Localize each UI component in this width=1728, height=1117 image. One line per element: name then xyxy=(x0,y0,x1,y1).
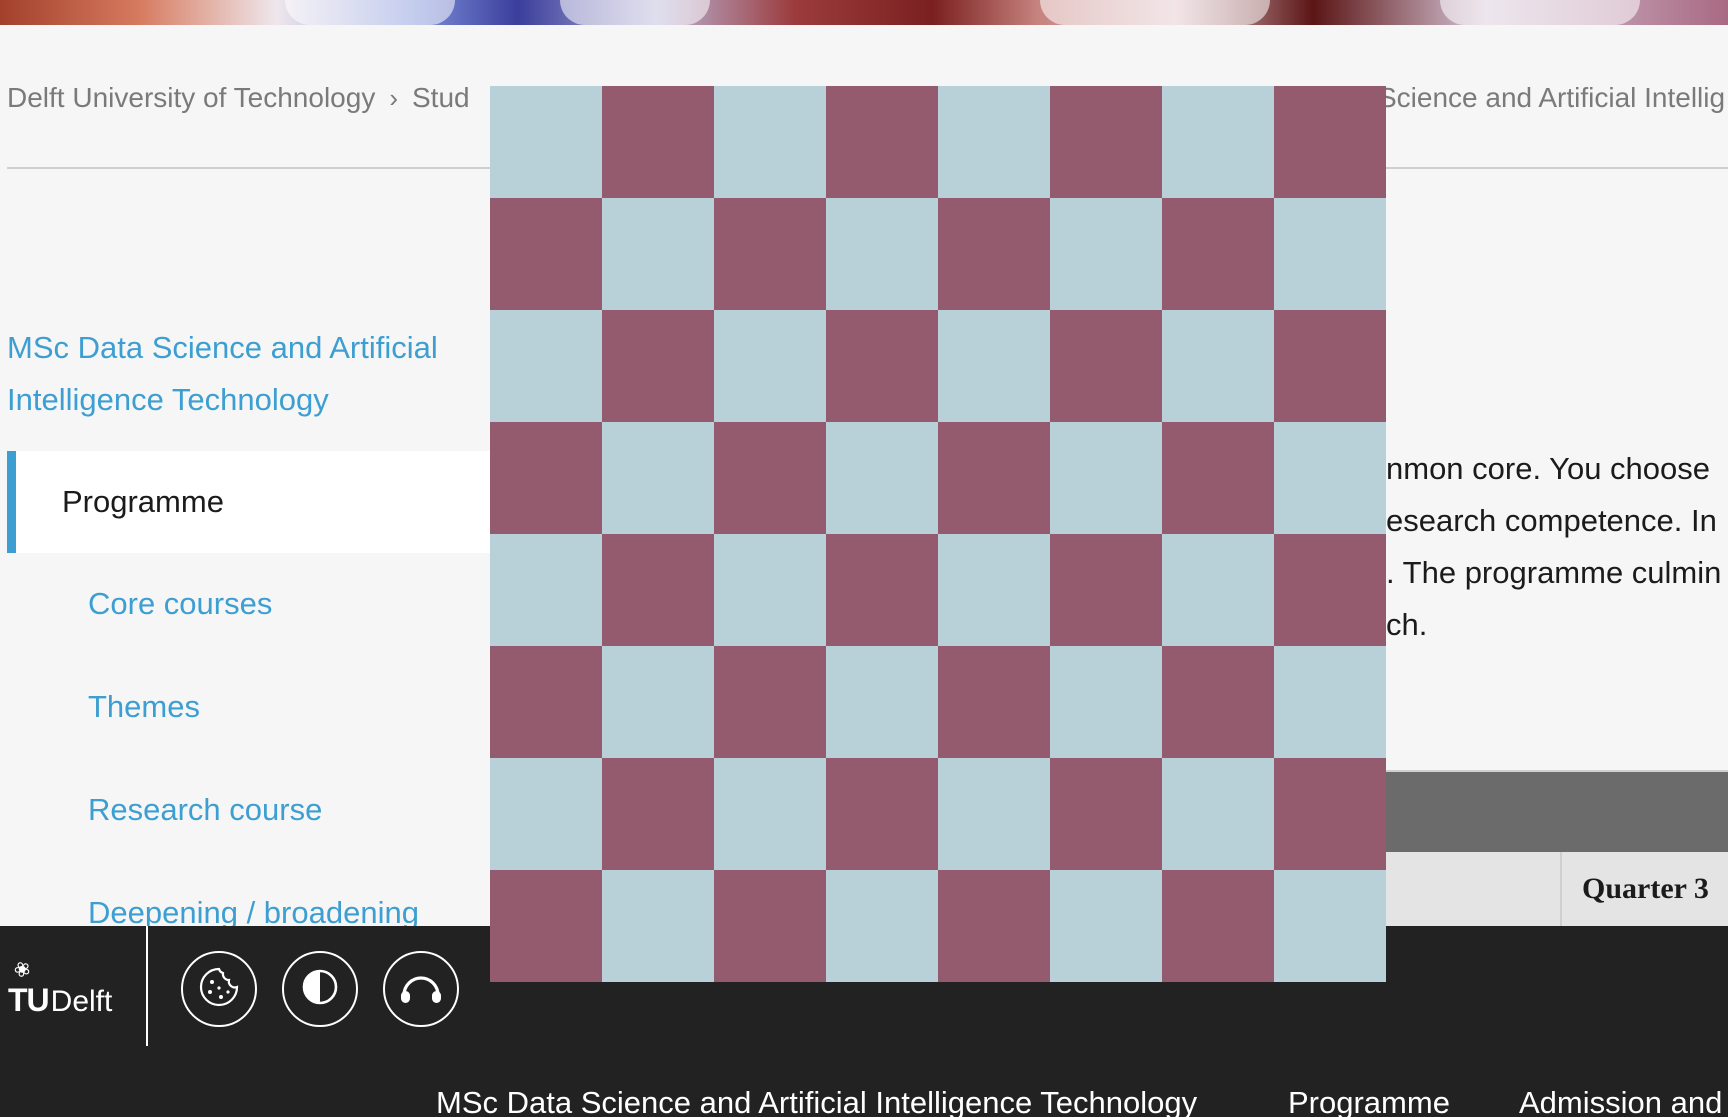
checker-square xyxy=(490,534,602,646)
checker-square xyxy=(714,310,826,422)
checker-square xyxy=(1050,310,1162,422)
checker-square xyxy=(826,198,938,310)
checker-square xyxy=(714,534,826,646)
checker-square xyxy=(938,422,1050,534)
checker-square xyxy=(1274,534,1386,646)
checker-square xyxy=(1162,198,1274,310)
checker-square xyxy=(1274,86,1386,198)
flame-icon: ❀ xyxy=(10,956,35,984)
checker-square xyxy=(938,870,1050,982)
checker-square xyxy=(1050,646,1162,758)
checker-square xyxy=(490,646,602,758)
checker-square xyxy=(1274,422,1386,534)
checker-square xyxy=(714,646,826,758)
checker-square xyxy=(602,310,714,422)
checker-square xyxy=(714,198,826,310)
contrast-toggle-button[interactable] xyxy=(282,951,358,1027)
checker-square xyxy=(1162,422,1274,534)
paragraph-line: . The programme culmin xyxy=(1386,555,1722,590)
checker-square xyxy=(826,310,938,422)
cookie-settings-button[interactable] xyxy=(181,951,257,1027)
breadcrumb-current: Science and Artificial Intellig xyxy=(1378,82,1726,113)
checker-square xyxy=(602,86,714,198)
footer-link-programme-home[interactable]: MSc Data Science and Artificial Intellig… xyxy=(436,1085,1197,1117)
footer-link-admission[interactable]: Admission and xyxy=(1519,1085,1722,1117)
checker-square xyxy=(1050,758,1162,870)
checker-square xyxy=(938,86,1050,198)
checker-square xyxy=(1162,758,1274,870)
sidebar-item-research-course[interactable]: Research course xyxy=(88,792,322,828)
checker-square xyxy=(602,422,714,534)
checker-square xyxy=(1274,870,1386,982)
checker-square xyxy=(1274,198,1386,310)
sidebar-programme-title[interactable]: MSc Data Science and Artificial Intellig… xyxy=(7,322,477,426)
checker-square xyxy=(826,870,938,982)
cookie-icon xyxy=(197,965,241,1014)
checker-square xyxy=(490,310,602,422)
checker-square xyxy=(1162,534,1274,646)
checker-square xyxy=(1050,870,1162,982)
checker-square xyxy=(602,646,714,758)
hero-banner-image xyxy=(0,0,1728,25)
paragraph-line: nmon core. You choose xyxy=(1386,451,1711,486)
checker-square xyxy=(490,758,602,870)
checker-square xyxy=(938,758,1050,870)
table-header-quarter-3: Quarter 3 xyxy=(1560,852,1728,926)
checker-square xyxy=(826,534,938,646)
checker-square xyxy=(1162,310,1274,422)
headphones-icon xyxy=(398,967,444,1012)
checker-square xyxy=(938,198,1050,310)
checker-square xyxy=(1050,86,1162,198)
checker-square xyxy=(602,758,714,870)
checker-square xyxy=(714,86,826,198)
paragraph-line: ch. xyxy=(1386,607,1428,642)
checker-square xyxy=(1050,534,1162,646)
checker-square xyxy=(490,870,602,982)
checker-square xyxy=(490,86,602,198)
breadcrumb-root-link[interactable]: Delft University of Technology xyxy=(7,82,375,114)
read-aloud-button[interactable] xyxy=(383,951,459,1027)
checker-square xyxy=(938,534,1050,646)
sidebar-item-label: Programme xyxy=(62,484,224,519)
checker-square xyxy=(1274,310,1386,422)
checker-square xyxy=(602,870,714,982)
checker-square xyxy=(1274,758,1386,870)
checker-square xyxy=(1050,422,1162,534)
sidebar-item-core-courses[interactable]: Core courses xyxy=(88,586,272,622)
checker-square xyxy=(602,198,714,310)
chevron-right-icon: › xyxy=(389,82,398,113)
checker-square xyxy=(826,646,938,758)
checker-square xyxy=(1162,870,1274,982)
sidebar-item-programme[interactable]: Programme xyxy=(7,451,507,553)
checker-square xyxy=(826,422,938,534)
footer-link-programme[interactable]: Programme xyxy=(1288,1085,1450,1117)
tudelft-logo[interactable]: ❀ TU Delft xyxy=(8,955,138,1019)
checker-square xyxy=(714,870,826,982)
checker-square xyxy=(1050,198,1162,310)
course-table-header xyxy=(1386,772,1728,852)
quarter-label: Quarter 3 xyxy=(1582,872,1709,905)
footer-divider xyxy=(146,926,148,1046)
paragraph-line: esearch competence. In xyxy=(1386,503,1717,538)
checker-square xyxy=(1274,646,1386,758)
checker-square xyxy=(826,758,938,870)
logo-tu: TU xyxy=(8,982,50,1018)
checker-square xyxy=(490,422,602,534)
checker-square xyxy=(714,758,826,870)
checker-square xyxy=(714,422,826,534)
checker-square xyxy=(938,310,1050,422)
breadcrumb-education-link[interactable]: Stud xyxy=(412,82,470,114)
checker-square xyxy=(602,534,714,646)
checker-square xyxy=(826,86,938,198)
checker-square xyxy=(1162,646,1274,758)
sidebar-item-themes[interactable]: Themes xyxy=(88,689,200,725)
checker-square xyxy=(938,646,1050,758)
logo-delft: Delft xyxy=(50,985,113,1018)
contrast-icon xyxy=(300,967,340,1012)
checker-square xyxy=(490,198,602,310)
checkerboard-placeholder-image xyxy=(490,86,1386,982)
checker-square xyxy=(1162,86,1274,198)
